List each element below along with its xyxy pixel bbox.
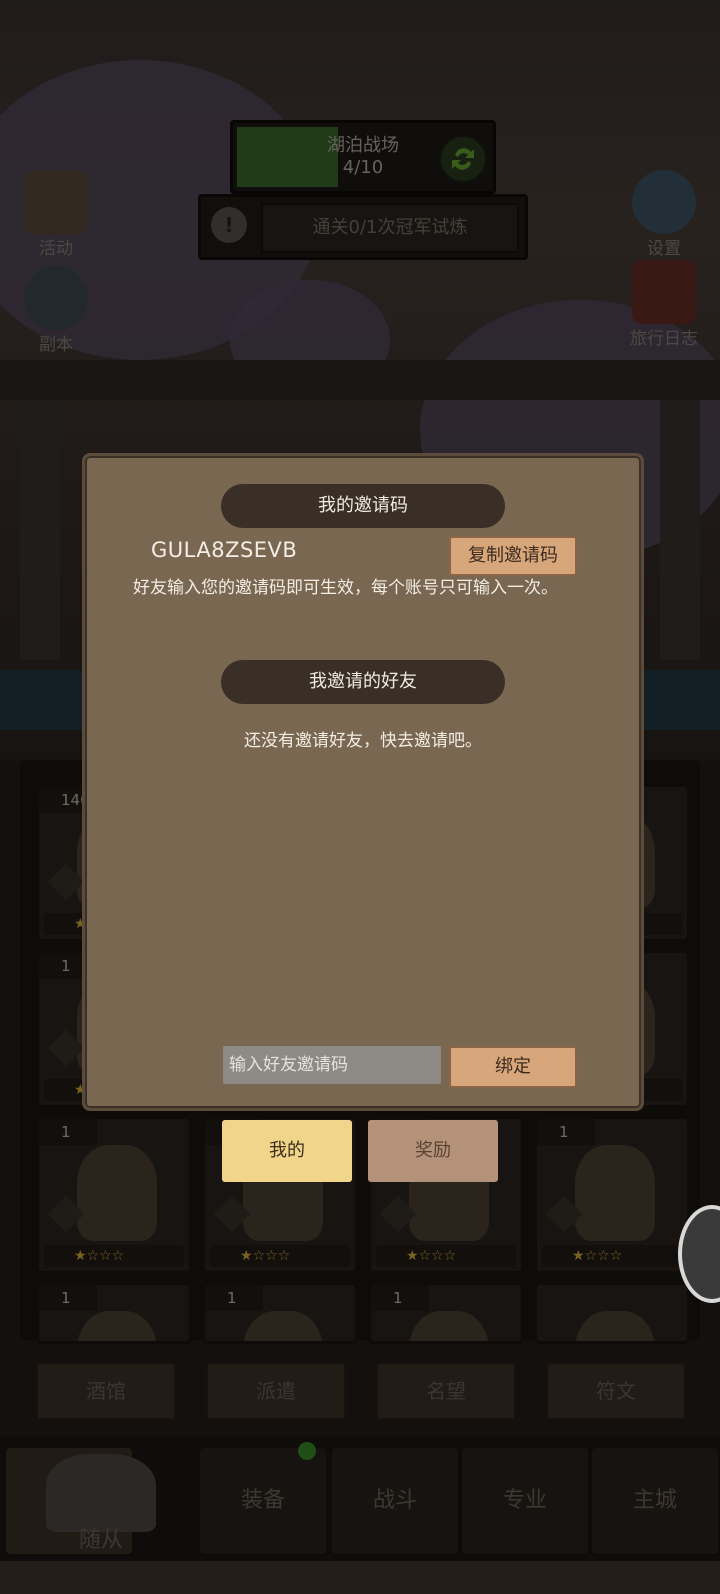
tab-mine[interactable]: 我的: [222, 1120, 352, 1182]
my-code-title: 我的邀请码: [221, 484, 505, 528]
bind-button[interactable]: 绑定: [449, 1046, 577, 1088]
invited-friends-title: 我邀请的好友: [221, 660, 505, 704]
invite-code-dialog: 我的邀请码 GULA8ZSEVB 复制邀请码 好友输入您的邀请码即可生效，每个账…: [82, 453, 644, 1111]
tab-reward[interactable]: 奖励: [368, 1120, 498, 1182]
no-friends-message: 还没有邀请好友，快去邀请吧。: [244, 731, 482, 751]
invite-hint: 好友输入您的邀请码即可生效，每个账号只可输入一次。: [133, 578, 558, 598]
friend-code-input[interactable]: [223, 1046, 441, 1084]
my-invite-code: GULA8ZSEVB: [151, 538, 298, 562]
copy-code-button[interactable]: 复制邀请码: [449, 536, 577, 576]
